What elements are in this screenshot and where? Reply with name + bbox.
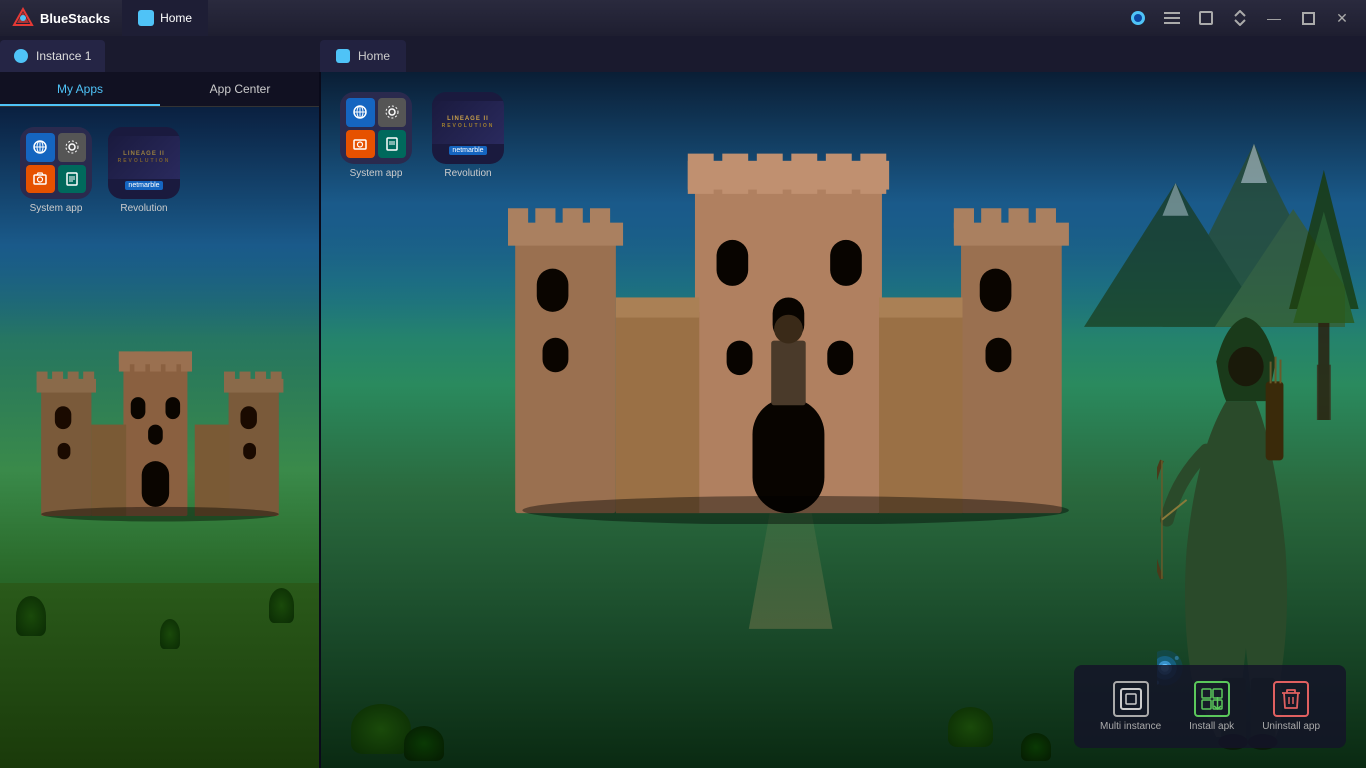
title-bar-controls: — ✕ bbox=[1122, 4, 1366, 32]
main-revolution-item[interactable]: LINEAGE II REVOLUTION netmarble Revoluti… bbox=[432, 92, 504, 179]
main-app-icons: System app LINEAGE II REVOLUTION netmarb… bbox=[340, 92, 504, 179]
close-btn[interactable]: ✕ bbox=[1326, 4, 1358, 32]
title-bar: BlueStacks Home bbox=[0, 0, 1366, 36]
second-home-tab-icon bbox=[336, 49, 350, 63]
lineage-art: LINEAGE II REVOLUTION bbox=[108, 136, 180, 179]
bush-1 bbox=[351, 704, 411, 754]
left-tab-bar: Instance 1 bbox=[0, 36, 320, 72]
main-icon-files bbox=[378, 130, 407, 159]
icon-cell-globe bbox=[26, 133, 55, 162]
multi-instance-btn[interactable]: Multi instance bbox=[1088, 675, 1173, 738]
title-home-tab[interactable]: Home bbox=[122, 0, 208, 36]
uninstall-app-label: Uninstall app bbox=[1262, 721, 1320, 732]
main-system-app-item[interactable]: System app bbox=[340, 92, 412, 179]
window-icon-btn[interactable] bbox=[1190, 4, 1222, 32]
bush-4 bbox=[1021, 733, 1051, 761]
multi-instance-label: Multi instance bbox=[1100, 721, 1161, 732]
left-tree-2 bbox=[160, 619, 180, 649]
main-lineage-art: LINEAGE II REVOLUTION bbox=[432, 101, 504, 144]
uninstall-app-icon bbox=[1273, 681, 1309, 717]
main-window: BlueStacks Home bbox=[0, 0, 1366, 768]
multi-instance-icon bbox=[1113, 681, 1149, 717]
icon-cell-camera bbox=[26, 165, 55, 194]
left-castle-svg bbox=[32, 285, 288, 582]
left-system-app-label: System app bbox=[30, 203, 83, 214]
icon-cell-files bbox=[58, 165, 87, 194]
bush-2 bbox=[404, 726, 444, 761]
main-netmarble-badge: netmarble bbox=[449, 146, 486, 155]
main-icon-gear bbox=[378, 98, 407, 127]
instance-tab-label: Instance 1 bbox=[36, 49, 91, 63]
right-main-area: System app LINEAGE II REVOLUTION netmarb… bbox=[320, 72, 1366, 768]
second-home-tab-label: Home bbox=[358, 49, 390, 63]
bluestacks-logo-icon bbox=[12, 7, 34, 29]
install-apk-btn[interactable]: Install apk bbox=[1177, 675, 1246, 738]
profile-btn[interactable] bbox=[1122, 4, 1154, 32]
icon-cell-gear bbox=[58, 133, 87, 162]
left-panel: My Apps App Center bbox=[0, 72, 320, 768]
left-revolution-label: Revolution bbox=[120, 203, 167, 214]
install-apk-label: Install apk bbox=[1189, 721, 1234, 732]
left-revolution-icon: LINEAGE II REVOLUTION netmarble bbox=[108, 127, 180, 199]
brand-name: BlueStacks bbox=[40, 11, 110, 26]
my-apps-tab[interactable]: My Apps bbox=[0, 72, 160, 106]
restore-btn[interactable] bbox=[1292, 4, 1324, 32]
left-system-app-icon bbox=[20, 127, 92, 199]
netmarble-badge: netmarble bbox=[125, 181, 162, 190]
expand-btn[interactable] bbox=[1224, 4, 1256, 32]
main-system-app-label: System app bbox=[350, 168, 403, 179]
left-revolution-item[interactable]: LINEAGE II REVOLUTION netmarble Revoluti… bbox=[108, 127, 180, 214]
left-system-app-item[interactable]: System app bbox=[20, 127, 92, 214]
left-scene: System app LINEAGE II REVOLUTION netmarb… bbox=[0, 107, 320, 768]
main-castle-svg bbox=[508, 142, 1083, 525]
menu-btn[interactable] bbox=[1156, 4, 1188, 32]
minimize-btn[interactable]: — bbox=[1258, 4, 1290, 32]
bush-3 bbox=[948, 707, 993, 747]
app-center-tab[interactable]: App Center bbox=[160, 72, 320, 106]
main-revolution-label: Revolution bbox=[444, 168, 491, 179]
panel-separator bbox=[319, 72, 321, 768]
title-home-tab-label: Home bbox=[160, 11, 192, 25]
second-tab-bar: Home bbox=[320, 36, 1366, 72]
left-app-icons: System app LINEAGE II REVOLUTION netmarb… bbox=[20, 127, 180, 214]
second-home-tab[interactable]: Home bbox=[320, 40, 406, 72]
install-apk-icon bbox=[1194, 681, 1230, 717]
main-revolution-icon: LINEAGE II REVOLUTION netmarble bbox=[432, 92, 504, 164]
instance-tab-icon bbox=[14, 49, 28, 63]
main-icon-globe bbox=[346, 98, 375, 127]
uninstall-app-btn[interactable]: Uninstall app bbox=[1250, 675, 1332, 738]
bottom-toolbar: Multi instance Install apk bbox=[1074, 665, 1346, 748]
main-system-app-icon bbox=[340, 92, 412, 164]
instance-1-tab[interactable]: Instance 1 bbox=[0, 40, 105, 72]
left-tree-1 bbox=[16, 596, 46, 636]
main-icon-camera bbox=[346, 130, 375, 159]
left-nav-tabs: My Apps App Center bbox=[0, 72, 320, 107]
home-tab-icon bbox=[138, 10, 154, 26]
brand-logo-area: BlueStacks bbox=[0, 7, 122, 29]
left-tree-3 bbox=[269, 588, 294, 623]
